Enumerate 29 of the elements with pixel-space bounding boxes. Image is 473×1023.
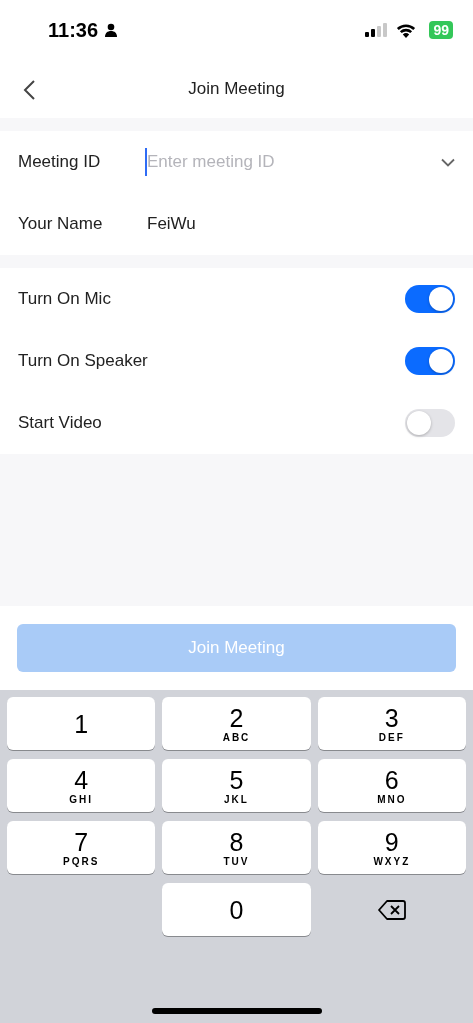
signal-icon — [365, 23, 390, 37]
keypad-key[interactable]: 3 DEF — [317, 697, 466, 750]
chevron-down-icon[interactable] — [441, 157, 455, 167]
keypad-key[interactable]: 2 ABC — [162, 697, 311, 750]
keypad-key[interactable]: 6 MNO — [317, 759, 466, 812]
toggle-switch[interactable] — [405, 409, 455, 437]
toggle-label: Start Video — [18, 413, 102, 433]
battery-level: 99 — [429, 21, 453, 39]
toggle-switch[interactable] — [405, 285, 455, 313]
person-icon — [104, 23, 119, 37]
field-label: Meeting ID — [18, 152, 102, 172]
wifi-icon — [395, 22, 418, 38]
keypad-key[interactable]: 4 GHI — [7, 759, 156, 812]
keypad-key[interactable]: 7 PQRS — [7, 821, 156, 874]
keypad-key[interactable]: 1 — [7, 697, 156, 750]
backspace-icon[interactable] — [377, 898, 406, 921]
meeting-id-field[interactable]: Enter meeting ID — [145, 148, 441, 176]
toggle-switch[interactable] — [405, 347, 455, 375]
back-icon[interactable] — [22, 79, 36, 101]
keypad-key[interactable]: 0 — [162, 883, 311, 936]
keypad-key[interactable]: 9 WXYZ — [317, 821, 466, 874]
status-time: 11:36 — [48, 18, 99, 42]
keypad-key[interactable]: 5 JKL — [162, 759, 311, 812]
page-title: Join Meeting — [188, 79, 285, 99]
field-label: Your Name — [18, 214, 104, 234]
keypad-key[interactable]: 8 TUV — [162, 821, 311, 874]
name-field[interactable]: FeiWu — [145, 210, 455, 238]
toggle-label: Turn On Speaker — [18, 351, 148, 371]
toggle-label: Turn On Mic — [18, 289, 111, 309]
